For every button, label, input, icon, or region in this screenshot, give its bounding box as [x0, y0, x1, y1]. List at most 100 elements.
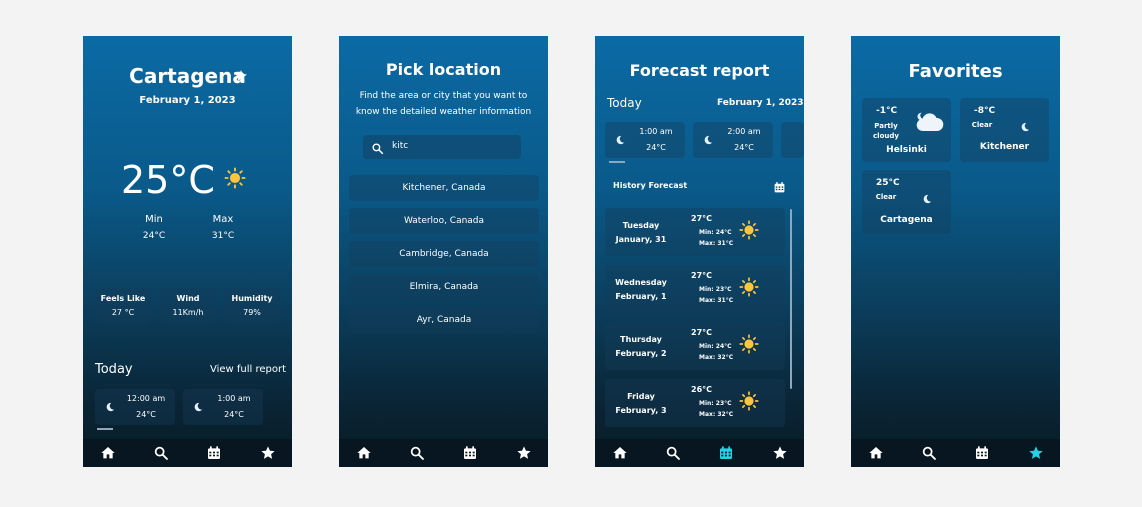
- sun-icon: [224, 167, 246, 189]
- moon-icon: [1020, 117, 1030, 136]
- forecast-date: February 1, 2023: [717, 98, 804, 108]
- favorite-card[interactable]: -8°C Clear Kitchener: [960, 98, 1049, 162]
- sun-icon: [739, 391, 759, 415]
- day-forecast-card[interactable]: Wednesday February, 1 27°C Min: 23°C Max:…: [605, 265, 785, 313]
- day-date: January, 31: [615, 235, 667, 244]
- day-min: Min: 23°C: [699, 286, 732, 293]
- hour-time: 12:00 am: [126, 394, 166, 403]
- hourly-card-partial: [781, 122, 804, 158]
- search-icon[interactable]: [153, 445, 169, 461]
- location-name: Cambridge, Canada: [399, 249, 489, 259]
- page-title: Pick location: [385, 60, 502, 79]
- favorite-card[interactable]: -1°C Partly cloudy Helsinki: [862, 98, 951, 162]
- day-temp: 27°C: [691, 328, 713, 337]
- day-max: Max: 32°C: [699, 411, 734, 418]
- search-icon[interactable]: [409, 445, 425, 461]
- day-temp: 26°C: [691, 385, 713, 394]
- day-min: Min: 24°C: [699, 343, 732, 350]
- home-screen: Cartagena February 1, 2023 25°C Min 24°C…: [83, 36, 292, 467]
- search-icon[interactable]: [921, 445, 937, 461]
- today-heading: Today: [607, 96, 642, 110]
- star-icon[interactable]: [1028, 445, 1044, 461]
- calendar-icon[interactable]: [974, 445, 990, 461]
- day-forecast-card[interactable]: Thursday February, 2 27°C Min: 24°C Max: …: [605, 322, 785, 370]
- day-name: Friday: [627, 392, 655, 401]
- hourly-card: 12:00 am 24°C: [95, 389, 175, 425]
- forecast-screen: Forecast report Today February 1, 2023 1…: [595, 36, 804, 467]
- day-name: Wednesday: [615, 278, 667, 287]
- location-result[interactable]: Waterloo, Canada: [349, 208, 539, 234]
- fav-temp: -1°C: [876, 106, 898, 116]
- search-icon[interactable]: [665, 445, 681, 461]
- home-icon[interactable]: [612, 445, 628, 461]
- favorite-card[interactable]: 25°C Clear Cartagena: [862, 170, 951, 234]
- moon-icon: [615, 135, 625, 145]
- moon-icon: [105, 402, 115, 412]
- day-max: Max: 31°C: [699, 297, 734, 304]
- sun-icon: [739, 277, 759, 301]
- hour-temp: 24°C: [734, 143, 754, 152]
- scroll-indicator: [609, 161, 625, 163]
- max-label: Max: [212, 214, 234, 225]
- hour-temp: 24°C: [136, 410, 156, 419]
- current-date: February 1, 2023: [139, 95, 236, 106]
- moon-icon: [193, 402, 203, 412]
- fav-condition: Partly cloudy: [873, 122, 899, 140]
- hour-temp: 24°C: [646, 143, 666, 152]
- hourly-card: 2:00 am 24°C: [693, 122, 773, 158]
- bottom-nav: [83, 439, 292, 467]
- current-temperature: 25°C: [121, 158, 215, 202]
- hour-time: 1:00 am: [639, 127, 673, 136]
- page-title: Forecast report: [629, 61, 770, 80]
- day-max: Max: 31°C: [699, 240, 734, 247]
- location-result[interactable]: Cambridge, Canada: [349, 241, 539, 267]
- favorites-screen: Favorites -1°C Partly cloudy Helsinki -8…: [851, 36, 1060, 467]
- humidity-card: Humidity 79%: [224, 288, 280, 324]
- view-full-report-link[interactable]: View full report: [210, 364, 286, 375]
- day-forecast-card[interactable]: Tuesday January, 31 27°C Min: 24°C Max: 3…: [605, 208, 785, 256]
- home-icon[interactable]: [356, 445, 372, 461]
- day-date: February, 2: [615, 349, 667, 358]
- hour-time: 2:00 am: [727, 127, 761, 136]
- min-label: Min: [145, 214, 163, 225]
- moon-icon: [922, 189, 932, 208]
- search-input[interactable]: kitc: [363, 135, 521, 159]
- location-result[interactable]: Ayr, Canada: [349, 307, 539, 333]
- feels-like-card: Feels Like 27 °C: [95, 288, 151, 324]
- hour-temp: 24°C: [224, 410, 244, 419]
- day-min: Min: 24°C: [699, 229, 732, 236]
- favorite-star-icon[interactable]: [234, 68, 248, 82]
- day-date: February, 1: [615, 292, 667, 301]
- stat-value: 27 °C: [111, 308, 135, 317]
- star-icon[interactable]: [516, 445, 532, 461]
- calendar-icon[interactable]: [773, 179, 786, 198]
- day-forecast-card[interactable]: Friday February, 3 26°C Min: 23°C Max: 32…: [605, 379, 785, 427]
- home-icon[interactable]: [100, 445, 116, 461]
- page-title: Favorites: [908, 61, 1003, 82]
- fav-condition: Clear: [971, 121, 993, 129]
- star-icon[interactable]: [260, 445, 276, 461]
- location-result[interactable]: Elmira, Canada: [349, 274, 539, 300]
- home-icon[interactable]: [868, 445, 884, 461]
- scrollbar[interactable]: [790, 209, 792, 389]
- calendar-icon[interactable]: [206, 445, 222, 461]
- location-name: Elmira, Canada: [409, 282, 479, 292]
- location-name: Waterloo, Canada: [403, 216, 485, 226]
- sun-icon: [739, 334, 759, 358]
- calendar-icon[interactable]: [718, 445, 734, 461]
- fav-temp: -8°C: [974, 106, 996, 116]
- hourly-card: 1:00 am 24°C: [605, 122, 685, 158]
- today-heading: Today: [95, 362, 133, 377]
- city-title: Cartagena: [129, 64, 246, 88]
- search-icon: [371, 140, 384, 159]
- calendar-icon[interactable]: [462, 445, 478, 461]
- location-result[interactable]: Kitchener, Canada: [349, 175, 539, 201]
- moon-icon: [703, 135, 713, 145]
- max-value: 31°C: [211, 231, 235, 241]
- search-screen: Pick location Find the area or city that…: [339, 36, 548, 467]
- star-icon[interactable]: [772, 445, 788, 461]
- day-temp: 27°C: [691, 271, 713, 280]
- page-subtitle: Find the area or city that you want to k…: [355, 91, 532, 117]
- history-forecast-heading: History Forecast: [613, 181, 688, 190]
- cloud-icon: [916, 112, 944, 136]
